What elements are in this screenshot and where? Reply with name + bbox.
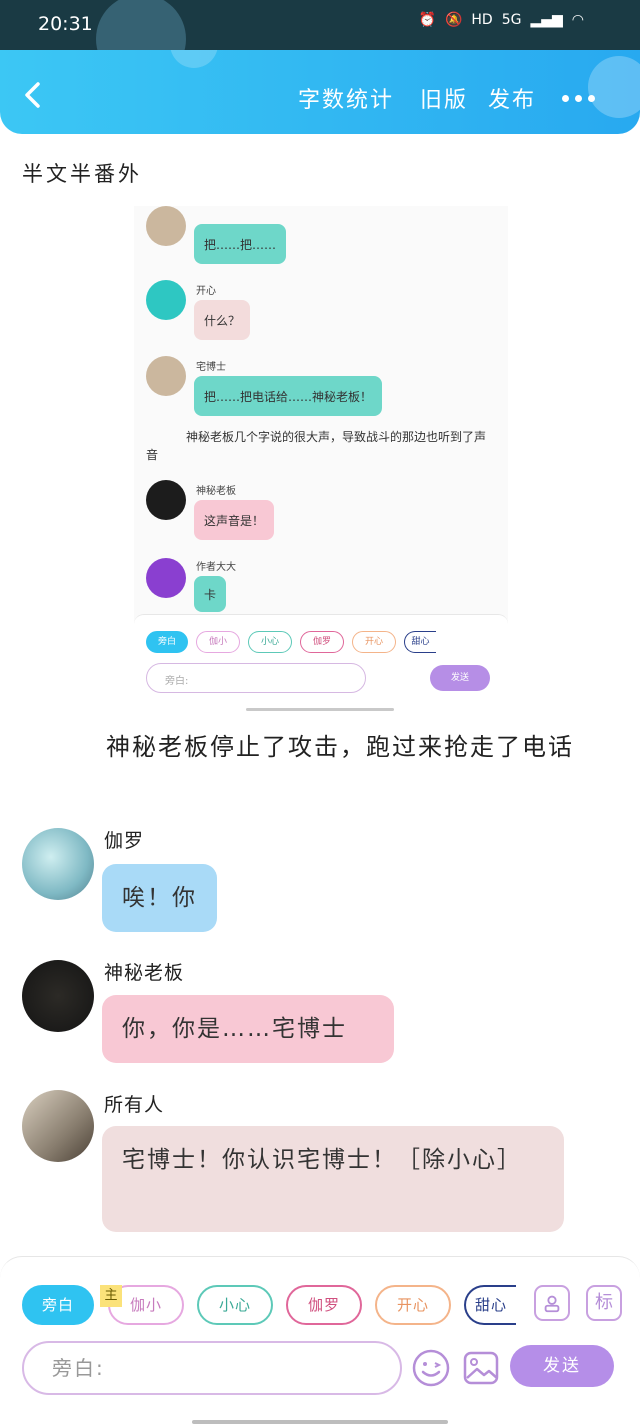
main-tag: 主 (100, 1285, 122, 1307)
status-time: 20:31 (38, 13, 93, 35)
embed-input-bar: 旁白 伽小 小心 伽罗 开心 甜心 旁白: 发送 (134, 614, 508, 696)
image-icon (463, 1351, 499, 1385)
back-button[interactable] (18, 80, 48, 110)
person-icon (544, 1295, 560, 1313)
sender-name: 神秘老板 (104, 962, 185, 984)
message-input[interactable]: 旁白: (22, 1341, 402, 1395)
embed-bubble: 什么？ (194, 300, 251, 340)
embed-bubble: 把……把…… (194, 224, 287, 264)
status-bar: 20:31 ⏰ 🔕 HD 5G ▂▄▆ ◠ (0, 0, 640, 84)
avatar (146, 206, 186, 246)
embed-bubble: 把……把电话给……神秘老板！ (194, 376, 383, 416)
embed-chip: 伽罗 (300, 631, 344, 653)
avatar[interactable] (22, 828, 94, 900)
alarm-icon: ⏰ (418, 12, 436, 28)
avatar[interactable] (22, 960, 94, 1032)
chip-narrator[interactable]: 旁白 (22, 1285, 94, 1325)
image-button[interactable] (462, 1349, 500, 1387)
chip-jialuo[interactable]: 伽罗 (286, 1285, 362, 1325)
chip-xiaoxin[interactable]: 小心 (197, 1285, 273, 1325)
embed-bubble: 卡 (194, 576, 227, 612)
embed-chip: 旁白 (146, 631, 188, 653)
chip-kaixin[interactable]: 开心 (375, 1285, 451, 1325)
embed-send: 发送 (430, 665, 490, 691)
embed-chip: 开心 (352, 631, 396, 653)
mark-button[interactable]: 标 (586, 1285, 622, 1321)
decor-bubble (170, 50, 218, 68)
chip-tianxin[interactable]: 甜心 (464, 1285, 516, 1325)
word-count-button[interactable]: 字数统计 (298, 82, 394, 114)
more-icon[interactable] (562, 95, 595, 102)
avatar (146, 558, 186, 598)
sender-name: 所有人 (104, 1094, 165, 1116)
sender-name: 伽罗 (104, 830, 145, 852)
network-label: 5G (501, 12, 522, 28)
embed-input: 旁白: (146, 663, 366, 693)
embed-name: 开心 (196, 286, 216, 297)
message-bubble[interactable]: 你，你是……宅博士 (102, 995, 394, 1063)
mute-icon: 🔕 (444, 12, 463, 28)
avatar[interactable] (22, 1090, 94, 1162)
embed-narration: 神秘老板几个字说的很大声，导致战斗的那边也听到了声音 (146, 430, 487, 462)
message-bubble[interactable]: 唉！你 (102, 864, 217, 932)
embed-bubble: 这声音是！ (194, 500, 275, 540)
signal-icon: ▂▄▆ (530, 12, 563, 28)
input-bar: 旁白 伽小 主 小心 伽罗 开心 甜心 标 旁白: 发送 (0, 1256, 640, 1427)
embed-chip: 小心 (248, 631, 292, 653)
hd-icon: HD (471, 12, 493, 28)
send-button[interactable]: 发送 (510, 1345, 614, 1387)
embed-chip: 伽小 (196, 631, 240, 653)
image-divider (246, 708, 394, 711)
embedded-screenshot[interactable]: 把……把…… 开心 什么？ 宅博士 把……把电话给……神秘老板！ 神秘老板几个字… (134, 206, 508, 696)
emoji-icon (412, 1349, 450, 1387)
embed-chip: 甜心 (404, 631, 436, 653)
status-icons: ⏰ 🔕 HD 5G ▂▄▆ ◠ (419, 12, 584, 28)
home-indicator[interactable] (192, 1420, 448, 1424)
decor-bubble (588, 56, 640, 118)
embed-name: 神秘老板 (196, 486, 236, 497)
avatar (146, 356, 186, 396)
top-app-bar: 字数统计 旧版 发布 (0, 50, 640, 134)
avatar (146, 480, 186, 520)
embed-name: 宅博士 (196, 362, 226, 373)
narration-text: 神秘老板停止了攻击，跑过来抢走了电话 (106, 733, 574, 761)
old-version-button[interactable]: 旧版 (420, 82, 468, 114)
avatar (146, 280, 186, 320)
section-title: 半文半番外 (22, 162, 142, 186)
message-bubble[interactable]: 宅博士！你认识宅博士！［除小心］ (102, 1126, 564, 1232)
wifi-icon: ◠ (571, 12, 584, 28)
chevron-left-icon (25, 82, 40, 108)
avatar-select-button[interactable] (534, 1285, 570, 1321)
emoji-button[interactable] (412, 1349, 450, 1387)
embed-name: 作者大大 (196, 562, 236, 573)
publish-button[interactable]: 发布 (488, 82, 536, 114)
